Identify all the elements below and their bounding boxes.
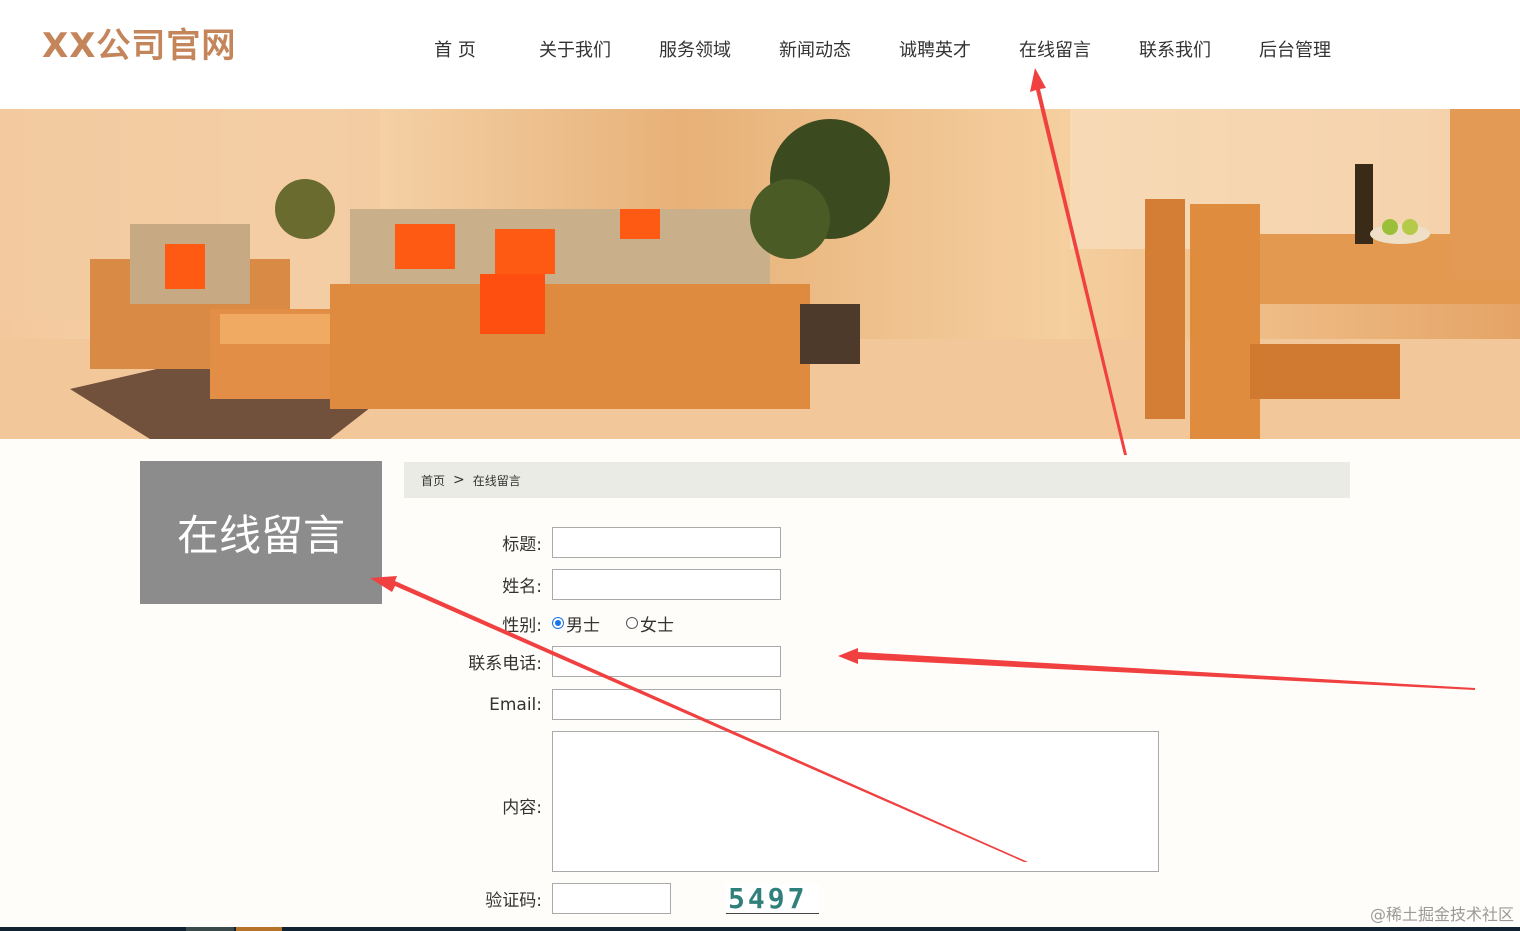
nav-home[interactable]: 首 页 <box>395 36 515 66</box>
gender-male-radio[interactable] <box>552 617 564 629</box>
sidebar-section-title: 在线留言 <box>140 461 382 604</box>
hero-banner-image <box>0 109 1520 439</box>
form-row-email: Email: <box>404 689 1304 720</box>
captcha-image[interactable]: 5497 <box>726 883 819 914</box>
captcha-input[interactable] <box>552 883 671 914</box>
title-label: 标题: <box>502 535 542 555</box>
breadcrumb: 首页 > 在线留言 <box>404 462 1350 498</box>
phone-label: 联系电话: <box>468 654 542 674</box>
breadcrumb-separator: > <box>453 472 465 488</box>
form-row-phone: 联系电话: <box>404 646 1304 677</box>
gender-female-radio[interactable] <box>626 617 638 629</box>
form-row-gender: 性别: 男士 女士 <box>404 611 1304 636</box>
site-header: XX公司官网 首 页 关于我们 服务领域 新闻动态 诚聘英才 在线留言 联系我们… <box>0 0 1520 109</box>
phone-input[interactable] <box>552 646 781 677</box>
email-label: Email: <box>489 694 542 715</box>
site-logo[interactable]: XX公司官网 <box>42 18 236 67</box>
title-input[interactable] <box>552 527 781 558</box>
form-row-name: 姓名: <box>404 569 1304 600</box>
email-input[interactable] <box>552 689 781 720</box>
name-label: 姓名: <box>502 577 542 597</box>
nav-careers[interactable]: 诚聘英才 <box>875 36 995 66</box>
content-textarea[interactable] <box>552 731 1159 872</box>
nav-about[interactable]: 关于我们 <box>515 36 635 66</box>
main-nav: 首 页 关于我们 服务领域 新闻动态 诚聘英才 在线留言 联系我们 后台管理 <box>395 36 1355 66</box>
gender-female-label[interactable]: 女士 <box>640 611 674 636</box>
gender-male-label[interactable]: 男士 <box>566 611 600 636</box>
captcha-label: 验证码: <box>485 891 542 911</box>
content-label: 内容: <box>502 798 542 818</box>
nav-admin[interactable]: 后台管理 <box>1235 36 1355 66</box>
breadcrumb-current: 在线留言 <box>472 473 521 488</box>
living-room-illustration <box>0 109 1520 439</box>
form-row-captcha: 验证码: 5497 <box>404 883 1304 914</box>
form-row-title: 标题: <box>404 527 1304 558</box>
taskbar-strip <box>0 927 1520 931</box>
nav-contact[interactable]: 联系我们 <box>1115 36 1235 66</box>
watermark-text: @稀土掘金技术社区 <box>1369 905 1514 924</box>
nav-guestbook[interactable]: 在线留言 <box>995 36 1115 66</box>
taskbar-item <box>236 927 282 931</box>
breadcrumb-home-link[interactable]: 首页 <box>421 472 445 489</box>
nav-services[interactable]: 服务领域 <box>635 36 755 66</box>
nav-news[interactable]: 新闻动态 <box>755 36 875 66</box>
gender-label: 性别: <box>502 615 542 636</box>
guestbook-form: 标题: 姓名: 性别: 男士 女士 联系电话: Email: 内容: 验证码: … <box>404 520 1304 931</box>
gender-radio-group: 男士 女士 <box>552 611 674 636</box>
name-input[interactable] <box>552 569 781 600</box>
taskbar-item <box>186 927 234 931</box>
